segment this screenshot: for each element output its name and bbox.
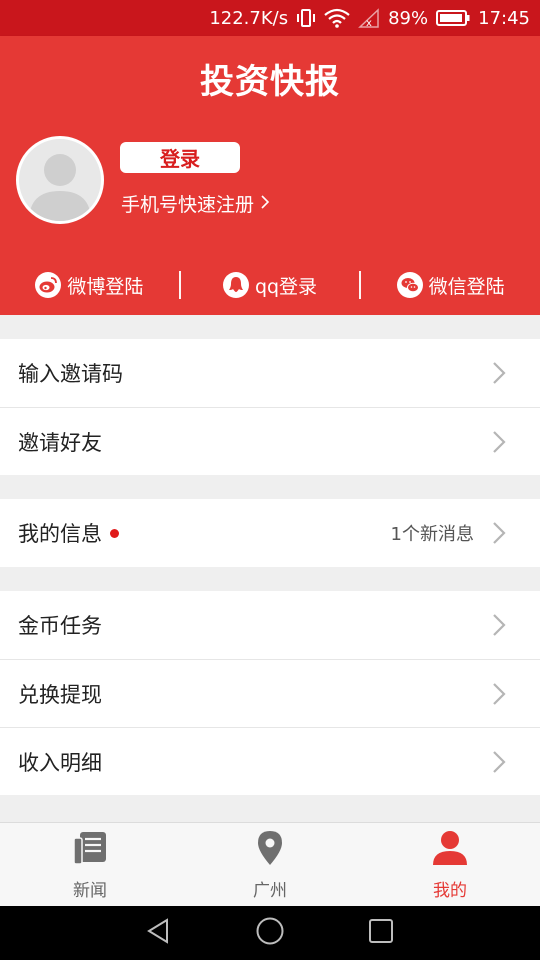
wechat-login-label: 微信登陆 xyxy=(428,275,505,298)
menu-item-label: 输入邀请码 xyxy=(18,362,123,386)
menu-item-income-details[interactable]: 收入明细 xyxy=(0,727,540,795)
social-login-bar: 微博登陆 qq登录 微信登陆 xyxy=(0,270,540,300)
tab-news[interactable]: 新闻 xyxy=(0,823,180,907)
menu-item-label: 我的信息 xyxy=(18,522,102,546)
menu-item-enter-invite-code[interactable]: 输入邀请码 xyxy=(0,339,540,407)
qq-login-button[interactable]: qq登录 xyxy=(181,272,360,299)
weibo-icon xyxy=(35,272,62,298)
quick-register-link[interactable]: 手机号快速注册 xyxy=(121,190,270,217)
back-icon[interactable] xyxy=(145,917,173,949)
menu-item-invite-friends[interactable]: 邀请好友 xyxy=(0,407,540,475)
menu-item-label: 兑换提现 xyxy=(18,682,102,707)
chevron-right-icon xyxy=(490,681,508,707)
divider xyxy=(359,271,362,299)
tab-me[interactable]: 我的 xyxy=(360,823,540,907)
weibo-login-button[interactable]: 微博登陆 xyxy=(0,272,179,299)
tab-me-label: 我的 xyxy=(433,881,467,901)
unread-dot xyxy=(110,528,119,538)
menu-item-coin-tasks[interactable]: 金币任务 xyxy=(0,591,540,659)
location-pin-icon xyxy=(251,829,289,872)
menu-group-coins: 金币任务 兑换提现 收入明细 xyxy=(0,591,540,795)
app-header: 投资快报 xyxy=(0,36,540,120)
signal-icon: x xyxy=(358,8,380,28)
system-nav-bar xyxy=(0,906,540,960)
chevron-right-icon xyxy=(490,520,508,546)
menu-item-label-wrap: 我的信息 xyxy=(18,518,391,548)
menu-item-redeem-withdraw[interactable]: 兑换提现 xyxy=(0,659,540,727)
menu-item-my-messages[interactable]: 我的信息 1个新消息 xyxy=(0,499,540,567)
person-icon xyxy=(431,829,469,872)
menu-group-messages: 我的信息 1个新消息 xyxy=(0,499,540,567)
tab-news-label: 新闻 xyxy=(73,881,107,901)
vibrate-icon xyxy=(296,8,316,28)
tab-location-label: 广州 xyxy=(253,881,287,901)
tab-location[interactable]: 广州 xyxy=(180,823,360,907)
wechat-icon xyxy=(396,272,423,298)
recent-apps-icon[interactable] xyxy=(367,917,395,949)
bottom-tab-bar: 新闻 广州 我的 xyxy=(0,822,540,907)
login-button[interactable]: 登录 xyxy=(120,142,240,173)
network-speed: 122.7K/s xyxy=(209,7,289,29)
news-icon xyxy=(71,829,109,872)
divider xyxy=(178,271,181,299)
quick-register-label: 手机号快速注册 xyxy=(121,194,255,216)
profile-section: 登录 手机号快速注册 微博登陆 qq登录 微信登陆 xyxy=(0,120,540,315)
menu-item-label: 邀请好友 xyxy=(18,430,102,455)
menu-group-invite: 输入邀请码 邀请好友 xyxy=(0,339,540,475)
avatar[interactable] xyxy=(16,136,104,224)
svg-text:x: x xyxy=(366,18,372,28)
chevron-right-icon xyxy=(490,360,508,386)
chevron-right-icon xyxy=(490,612,508,638)
qq-icon xyxy=(222,272,249,298)
chevron-right-icon xyxy=(490,749,508,775)
wifi-icon xyxy=(324,8,350,28)
weibo-login-label: 微博登陆 xyxy=(67,275,144,298)
chevron-right-icon xyxy=(260,193,270,215)
page-title: 投资快报 xyxy=(200,61,340,102)
clock: 17:45 xyxy=(478,7,530,29)
home-icon[interactable] xyxy=(255,916,285,950)
status-bar: 122.7K/s x 89% 17:45 xyxy=(0,0,540,36)
battery-percent: 89% xyxy=(388,7,429,29)
new-message-count: 1个新消息 xyxy=(390,524,474,545)
battery-icon xyxy=(436,9,470,27)
menu-item-label: 收入明细 xyxy=(18,750,102,775)
chevron-right-icon xyxy=(490,429,508,455)
default-avatar-icon xyxy=(29,154,91,221)
menu-item-label: 金币任务 xyxy=(18,614,102,638)
wechat-login-button[interactable]: 微信登陆 xyxy=(361,272,540,299)
qq-login-label: qq登录 xyxy=(254,275,318,298)
